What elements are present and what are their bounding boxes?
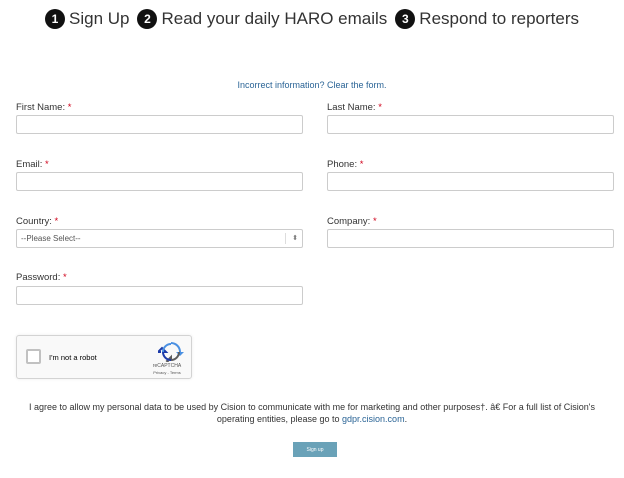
step-label: Sign Up <box>69 9 130 28</box>
password-field[interactable] <box>16 286 303 305</box>
step-sign-up: 1 Sign Up <box>45 9 129 29</box>
recaptcha-brand: reCAPTCHA <box>152 363 182 369</box>
company-field[interactable] <box>327 229 614 248</box>
country-selected-value: --Please Select-- <box>21 234 81 243</box>
required-mark: * <box>67 102 72 113</box>
company-label: Company: * <box>327 216 377 227</box>
phone-label: Phone: * <box>327 159 364 170</box>
recaptcha-privacy-terms[interactable]: Privacy - Terms <box>150 370 184 375</box>
required-mark: * <box>372 216 377 227</box>
step-number-3: 3 <box>395 9 416 29</box>
sign-up-button[interactable]: Sign up <box>293 442 337 457</box>
required-mark: * <box>359 159 364 170</box>
country-select[interactable]: --Please Select-- ⬍ <box>16 229 303 248</box>
required-mark: * <box>45 159 49 170</box>
step-number-1: 1 <box>45 9 65 29</box>
first-name-label: First Name: * <box>16 102 72 113</box>
clear-form-link[interactable]: Incorrect information? Clear the form. <box>0 80 624 90</box>
first-name-field[interactable] <box>16 115 303 134</box>
recaptcha-widget: I'm not a robot reCAPTCHA Privacy - Term… <box>16 335 192 379</box>
signup-steps: 1 Sign Up 2 Read your daily HARO emails … <box>0 9 624 29</box>
gdpr-link[interactable]: gdpr.cision.com <box>342 414 405 424</box>
country-label: Country: * <box>16 216 59 227</box>
email-field[interactable] <box>16 172 303 191</box>
last-name-field[interactable] <box>327 115 614 134</box>
last-name-label: Last Name: * <box>327 102 382 113</box>
step-read-emails: 2 Read your daily HARO emails <box>137 9 387 29</box>
password-label: Password: * <box>16 272 67 283</box>
required-mark: * <box>378 102 382 113</box>
step-label: Read your daily HARO emails <box>161 9 388 28</box>
step-respond: 3 Respond to reporters <box>395 9 579 29</box>
email-label: Email: * <box>16 159 49 170</box>
select-arrows-icon: ⬍ <box>285 233 298 244</box>
recaptcha-label: I'm not a robot <box>49 353 97 362</box>
required-mark: * <box>54 216 59 227</box>
recaptcha-logo-icon <box>158 342 184 362</box>
consent-text: I agree to allow my personal data to be … <box>29 402 595 424</box>
step-label: Respond to reporters <box>419 9 579 28</box>
step-number-2: 2 <box>137 9 158 29</box>
recaptcha-checkbox[interactable] <box>26 349 41 364</box>
phone-field[interactable] <box>327 172 614 191</box>
required-mark: * <box>63 272 67 283</box>
